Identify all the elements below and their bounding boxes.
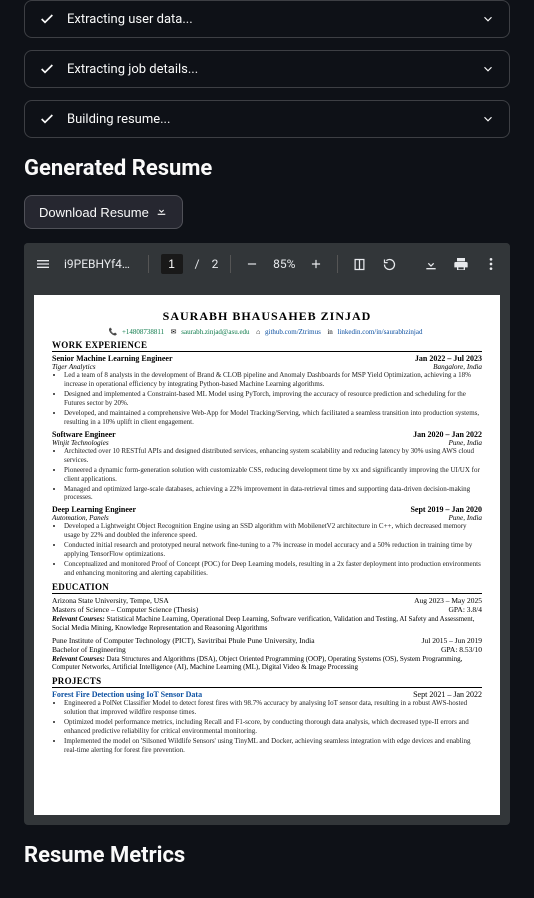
bullet: Optimized model performance metrics, inc…: [64, 718, 482, 736]
print-icon[interactable]: [452, 253, 470, 275]
page-number-input[interactable]: [161, 254, 183, 274]
bullet: Implemented the model on 'Silsoned Wildl…: [64, 737, 482, 755]
zoom-level: 85%: [273, 257, 295, 271]
menu-icon[interactable]: [34, 253, 52, 275]
job-entry: Software EngineerJan 2020 – Jan 2022 Win…: [52, 430, 482, 503]
heading-resume-metrics: Resume Metrics: [24, 843, 510, 868]
download-resume-button[interactable]: Download Resume: [24, 195, 183, 229]
job-entry: Senior Machine Learning EngineerJan 2022…: [52, 354, 482, 427]
bullet: Pioneered a dynamic form-generation solu…: [64, 466, 482, 484]
page-sep: /: [195, 257, 200, 271]
fit-page-icon[interactable]: [350, 253, 368, 275]
zoom-in-icon[interactable]: [307, 253, 325, 275]
resume-contact: 📞 +14808738811 ✉ saurabh.zinjad@asu.edu …: [52, 328, 482, 336]
bullet: Architected over 10 RESTful APIs and des…: [64, 447, 482, 465]
section-edu: EDUCATION: [52, 582, 482, 594]
download-icon: [155, 204, 168, 220]
check-icon: [39, 111, 55, 127]
page-total: 2: [212, 257, 219, 271]
separator: [337, 255, 338, 273]
separator: [230, 255, 231, 273]
bullet: Led a team of 8 analysts in the developm…: [64, 371, 482, 389]
section-projects: PROJECTS: [52, 676, 482, 688]
bullet: Designed and implemented a Constraint-ba…: [64, 390, 482, 408]
edu-entry: Pune Institute of Computer Technology (P…: [52, 636, 482, 673]
check-icon: [39, 11, 55, 27]
job-entry: Deep Learning EngineerSept 2019 – Jan 20…: [52, 505, 482, 578]
bullet: Conceptualized and monitored Proof of Co…: [64, 560, 482, 578]
email: saurabh.zinjad@asu.edu: [181, 328, 249, 336]
expander-label: Extracting user data...: [67, 12, 481, 27]
linkedin: linkedin.com/in/saurabhzinjad: [338, 328, 423, 336]
rotate-icon[interactable]: [380, 253, 398, 275]
bullet: Conducted initial research and prototype…: [64, 541, 482, 559]
pdf-viewer: i9PEBHYf4UB5… / 2 85% SAURABH BHA: [24, 243, 510, 825]
expander-build-resume[interactable]: Building resume...: [24, 100, 510, 138]
separator: [148, 255, 149, 273]
download-button-label: Download Resume: [39, 205, 149, 220]
check-icon: [39, 61, 55, 77]
pdf-toolbar: i9PEBHYf4UB5… / 2 85%: [24, 243, 510, 285]
resume-name: SAURABH BHAUSAHEB ZINJAD: [52, 309, 482, 324]
phone: +14808738811: [122, 328, 164, 336]
bullet: Developed, and maintained a comprehensiv…: [64, 409, 482, 427]
section-work: WORK EXPERIENCE: [52, 340, 482, 352]
heading-generated-resume: Generated Resume: [24, 156, 510, 181]
pdf-page: SAURABH BHAUSAHEB ZINJAD 📞 +14808738811 …: [34, 295, 500, 815]
expander-label: Extracting job details...: [67, 62, 481, 77]
more-icon[interactable]: [482, 253, 500, 275]
bullet: Developed a Lightweight Object Recogniti…: [64, 522, 482, 540]
zoom-out-icon[interactable]: [243, 253, 261, 275]
download-pdf-icon[interactable]: [422, 253, 440, 275]
chevron-down-icon: [481, 62, 495, 76]
expander-extract-job[interactable]: Extracting job details...: [24, 50, 510, 88]
bullet: Managed and optimized large-scale databa…: [64, 485, 482, 503]
chevron-down-icon: [481, 112, 495, 126]
expander-label: Building resume...: [67, 112, 481, 127]
chevron-down-icon: [481, 12, 495, 26]
edu-entry: Arizona State University, Tempe, USAAug …: [52, 596, 482, 633]
expander-extract-user[interactable]: Extracting user data...: [24, 0, 510, 38]
project-entry: Forest Fire Detection using IoT Sensor D…: [52, 690, 482, 755]
bullet: Engineered a PolNet Classifier Model to …: [64, 699, 482, 717]
github: github.com/Ztrimus: [265, 328, 321, 336]
pdf-doc-name: i9PEBHYf4UB5…: [64, 257, 136, 271]
